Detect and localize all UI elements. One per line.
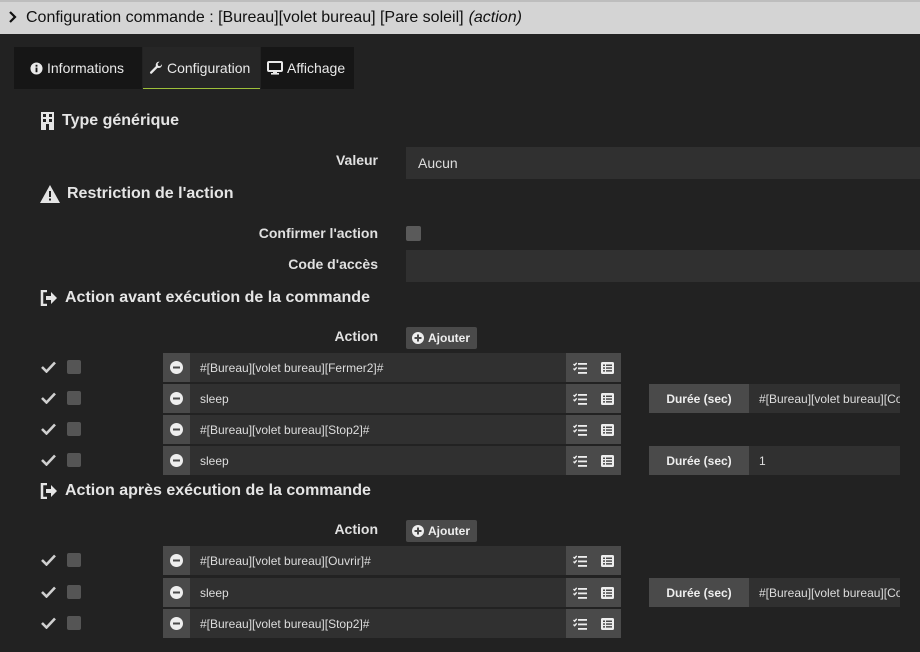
duration-label: Durée (sec)	[649, 578, 749, 607]
section-heading: Action après exécution de la commande	[65, 482, 371, 499]
tab-label: Informations	[47, 60, 125, 76]
section-generic-type: Type générique	[40, 112, 179, 130]
duration-input[interactable]: #[Bureau][volet bureau][Coef Pare soleil…	[749, 578, 900, 607]
section-pre-action: Action avant exécution de la commande	[40, 289, 370, 307]
list-alt-icon[interactable]	[593, 384, 621, 413]
remove-action-button[interactable]	[163, 415, 190, 444]
duration-label: Durée (sec)	[649, 384, 749, 413]
list-check-icon[interactable]	[566, 578, 593, 607]
remove-action-button[interactable]	[163, 446, 190, 475]
duration-input[interactable]: 1	[749, 446, 900, 475]
tab-label: Configuration	[167, 59, 251, 76]
parallel-checkbox[interactable]	[67, 360, 81, 374]
list-check-icon[interactable]	[566, 546, 593, 575]
checkmark-icon[interactable]	[40, 615, 56, 631]
info-circle-icon	[30, 61, 43, 75]
action-command-input[interactable]: sleep	[190, 384, 566, 413]
list-check-icon[interactable]	[566, 384, 593, 413]
confirm-action-label: Confirmer l'action	[258, 225, 378, 241]
pre-action-label: Action	[334, 328, 378, 344]
tab-affichage[interactable]: Affichage	[261, 47, 354, 89]
pre-action-row: sleep Durée (sec) #[Bureau][volet bureau…	[40, 384, 900, 414]
pre-action-row: #[Bureau][volet bureau][Fermer2]#	[40, 353, 900, 383]
pre-action-row: sleep Durée (sec) 1	[40, 446, 900, 476]
post-action-row: #[Bureau][volet bureau][Ouvrir]#	[40, 546, 900, 576]
tab-informations[interactable]: Informations	[14, 47, 142, 89]
tab-bar: Informations Configuration Affichage	[14, 47, 355, 89]
section-heading: Restriction de l'action	[67, 185, 234, 202]
checkmark-icon[interactable]	[40, 421, 56, 437]
valeur-label: Valeur	[335, 152, 378, 168]
post-action-row: sleep Durée (sec) #[Bureau][volet bureau…	[40, 578, 900, 608]
parallel-checkbox[interactable]	[67, 391, 81, 405]
list-check-icon[interactable]	[566, 353, 593, 382]
checkmark-icon[interactable]	[40, 390, 56, 406]
modal-title-bar: Configuration commande : [Bureau][volet …	[0, 0, 920, 34]
action-command-input[interactable]: #[Bureau][volet bureau][Ouvrir]#	[190, 546, 566, 575]
access-code-input[interactable]	[406, 250, 920, 282]
sign-out-icon	[40, 483, 58, 499]
remove-action-button[interactable]	[163, 546, 190, 575]
remove-action-button[interactable]	[163, 384, 190, 413]
duration-label: Durée (sec)	[649, 446, 749, 475]
list-alt-icon[interactable]	[593, 415, 621, 444]
generic-type-value: Aucun	[418, 155, 458, 171]
list-check-icon[interactable]	[566, 446, 593, 475]
section-heading: Type générique	[62, 112, 180, 129]
plus-circle-icon	[412, 525, 424, 537]
tab-configuration[interactable]: Configuration	[143, 47, 260, 89]
parallel-checkbox[interactable]	[67, 553, 81, 567]
parallel-checkbox[interactable]	[67, 422, 81, 436]
desktop-icon	[267, 61, 283, 75]
access-code-label: Code d'accès	[288, 256, 378, 272]
warning-triangle-icon	[40, 185, 60, 203]
action-command-input[interactable]: #[Bureau][volet bureau][Stop2]#	[190, 609, 566, 638]
list-alt-icon[interactable]	[593, 578, 621, 607]
checkmark-icon[interactable]	[40, 584, 56, 600]
post-action-row: #[Bureau][volet bureau][Stop2]#	[40, 609, 900, 639]
post-action-add-button[interactable]: Ajouter	[406, 520, 477, 542]
remove-action-button[interactable]	[163, 578, 190, 607]
confirm-action-checkbox[interactable]	[406, 226, 421, 241]
list-alt-icon[interactable]	[593, 353, 621, 382]
chevron-right-icon[interactable]	[8, 10, 22, 26]
building-icon	[40, 112, 55, 130]
wrench-icon	[149, 61, 163, 75]
remove-action-button[interactable]	[163, 353, 190, 382]
parallel-checkbox[interactable]	[67, 453, 81, 467]
list-alt-icon[interactable]	[593, 446, 621, 475]
action-command-input[interactable]: sleep	[190, 578, 566, 607]
pre-action-add-button[interactable]: Ajouter	[406, 327, 477, 349]
list-check-icon[interactable]	[566, 609, 593, 638]
duration-input[interactable]: #[Bureau][volet bureau][Coef Pare soleil…	[749, 384, 900, 413]
action-command-input[interactable]: sleep	[190, 446, 566, 475]
tab-label: Affichage	[287, 60, 346, 76]
section-post-action: Action après exécution de la commande	[40, 482, 371, 500]
modal-title-suffix: (action)	[468, 9, 522, 26]
section-restriction: Restriction de l'action	[40, 185, 234, 203]
remove-action-button[interactable]	[163, 609, 190, 638]
section-heading: Action avant exécution de la commande	[65, 289, 370, 306]
list-check-icon[interactable]	[566, 415, 593, 444]
checkmark-icon[interactable]	[40, 359, 56, 375]
sign-out-icon	[40, 290, 58, 306]
modal-title: Configuration commande : [Bureau][volet …	[26, 9, 464, 26]
parallel-checkbox[interactable]	[67, 616, 81, 630]
list-alt-icon[interactable]	[593, 609, 621, 638]
list-alt-icon[interactable]	[593, 546, 621, 575]
action-command-input[interactable]: #[Bureau][volet bureau][Fermer2]#	[190, 353, 566, 382]
action-command-input[interactable]: #[Bureau][volet bureau][Stop2]#	[190, 415, 566, 444]
checkmark-icon[interactable]	[40, 552, 56, 568]
plus-circle-icon	[412, 332, 424, 344]
checkmark-icon[interactable]	[40, 452, 56, 468]
generic-type-select[interactable]: Aucun	[406, 147, 920, 179]
post-action-label: Action	[334, 521, 378, 537]
parallel-checkbox[interactable]	[67, 585, 81, 599]
pre-action-row: #[Bureau][volet bureau][Stop2]#	[40, 415, 900, 445]
